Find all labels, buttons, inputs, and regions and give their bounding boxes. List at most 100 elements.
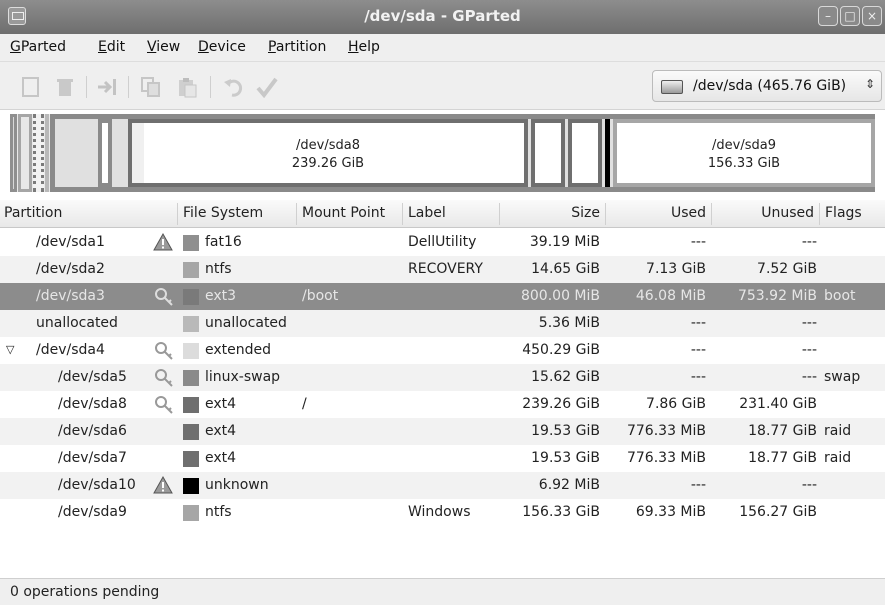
graph-sda9-size: 156.33 GiB [707, 156, 781, 171]
col-unused[interactable]: Unused [717, 205, 814, 221]
cell-filesystem: linux-swap [205, 369, 281, 385]
filesystem-color-swatch [183, 424, 199, 440]
cell-filesystem: ntfs [205, 261, 232, 277]
cell-partition: /dev/sda6 [58, 423, 127, 439]
cell-size: 800.00 MiB [520, 288, 600, 304]
cell-partition: /dev/sda2 [36, 261, 105, 277]
table-row[interactable]: /dev/sda3 ext3/boot 800.00 MiB 46.08 MiB 753… [0, 283, 885, 310]
graph-segment-sda1[interactable] [10, 114, 17, 192]
cell-mount-point: / [302, 396, 307, 412]
graph-segment-sda10[interactable] [605, 119, 610, 187]
device-selector[interactable]: /dev/sda (465.76 GiB) ⇕ [652, 70, 882, 102]
undo-icon[interactable] [222, 76, 244, 98]
cell-unused: --- [801, 234, 817, 250]
filesystem-color-swatch [183, 397, 199, 413]
cell-filesystem: ntfs [205, 504, 232, 520]
cell-flags: raid [824, 423, 852, 439]
cell-used: --- [690, 477, 706, 493]
graph-segment-sda4-extended[interactable]: /dev/sda8 239.26 GiB /dev/sda9 156.33 Gi… [50, 114, 875, 192]
cell-filesystem: unallocated [205, 315, 287, 331]
graph-segment-unallocated[interactable] [45, 114, 49, 192]
cell-partition: /dev/sda8 [58, 396, 127, 412]
key-icon [155, 369, 173, 387]
menu-bar: GParted Edit View Device Partition Help [0, 34, 885, 62]
table-row[interactable]: /dev/sda5 linux-swap 15.62 GiB --- --- swap [0, 364, 885, 391]
cell-size: 450.29 GiB [522, 342, 600, 358]
apply-icon[interactable] [256, 76, 278, 98]
col-file-system[interactable]: File System [183, 205, 263, 221]
col-partition[interactable]: Partition [4, 205, 62, 221]
resize-move-icon[interactable] [96, 76, 118, 98]
graph-segment-sda7[interactable] [568, 119, 602, 187]
col-label[interactable]: Label [408, 205, 446, 221]
close-icon[interactable]: × [862, 6, 882, 26]
table-row[interactable]: /dev/sda10 unknown 6.92 MiB --- --- [0, 472, 885, 499]
cell-partition: /dev/sda4 [36, 342, 105, 358]
delete-icon[interactable] [54, 76, 76, 98]
copy-icon[interactable] [140, 76, 162, 98]
chevron-updown-icon: ⇕ [864, 77, 875, 91]
filesystem-color-swatch [183, 316, 199, 332]
graph-segment-sda3[interactable] [33, 114, 44, 192]
table-row[interactable]: /dev/sda7 ext4 19.53 GiB 776.33 MiB 18.77 Gi… [0, 445, 885, 472]
filesystem-color-swatch [183, 370, 199, 386]
filesystem-color-swatch [183, 451, 199, 467]
graph-segment-sda9[interactable]: /dev/sda9 156.33 GiB [613, 119, 875, 187]
title-bar: /dev/sda - GParted – □ × [0, 0, 885, 34]
cell-used: 776.33 MiB [626, 450, 706, 466]
maximize-icon[interactable]: □ [840, 6, 860, 26]
cell-unused: 156.27 GiB [739, 504, 817, 520]
toolbar-separator [86, 76, 87, 98]
menu-help[interactable]: Help [348, 39, 380, 55]
col-mount-point[interactable]: Mount Point [302, 205, 385, 221]
table-row[interactable]: /dev/sda9 ntfs Windows 156.33 GiB 69.33 MiB 1… [0, 499, 885, 526]
table-row[interactable]: /dev/sda8 ext4 / 239.26 GiB 7.86 GiB 231.40 G… [0, 391, 885, 418]
disk-icon [661, 80, 683, 94]
cell-partition: /dev/sda10 [58, 477, 136, 493]
menu-partition[interactable]: Partition [268, 39, 326, 55]
device-label: /dev/sda (465.76 GiB) [693, 78, 847, 94]
table-row[interactable]: /dev/sda6 ext4 19.53 GiB 776.33 MiB 18.77 Gi… [0, 418, 885, 445]
menu-view[interactable]: View [147, 39, 180, 55]
table-header: Partition File System Mount Point Label … [0, 200, 885, 228]
cell-unused: 231.40 GiB [739, 396, 817, 412]
menu-device[interactable]: Device [198, 39, 246, 55]
graph-segment-sda5[interactable] [98, 119, 112, 187]
graph-segment-sda6[interactable] [531, 119, 565, 187]
table-row[interactable]: unallocated unallocated 5.36 MiB --- --- [0, 310, 885, 337]
key-icon [155, 342, 173, 360]
key-icon [155, 396, 173, 414]
expander-icon[interactable]: ▽ [6, 343, 14, 356]
cell-unused: --- [801, 342, 817, 358]
cell-size: 6.92 MiB [538, 477, 600, 493]
col-size[interactable]: Size [505, 205, 600, 221]
cell-filesystem: ext3 [205, 288, 237, 304]
cell-size: 239.26 GiB [522, 396, 600, 412]
graph-segment-sda2[interactable] [18, 114, 32, 192]
filesystem-color-swatch [183, 262, 199, 278]
cell-filesystem: ext4 [205, 423, 237, 439]
cell-unused: 7.52 GiB [757, 261, 817, 277]
filesystem-color-swatch [183, 343, 199, 359]
new-partition-icon[interactable] [20, 76, 42, 98]
toolbar-separator [210, 76, 211, 98]
cell-flags: swap [824, 369, 861, 385]
toolbar-separator [128, 76, 129, 98]
cell-partition: /dev/sda3 [36, 288, 105, 304]
col-flags[interactable]: Flags [825, 205, 862, 221]
cell-unused: --- [801, 315, 817, 331]
paste-icon[interactable] [176, 76, 198, 98]
table-row[interactable]: /dev/sda1 fat16 DellUtility 39.19 MiB --- --- [0, 229, 885, 256]
table-row[interactable]: ▽ /dev/sda4 extended 450.29 GiB --- --- [0, 337, 885, 364]
table-row[interactable]: /dev/sda2 ntfs RECOVERY 14.65 GiB 7.13 GiB 7.… [0, 256, 885, 283]
cell-label: RECOVERY [408, 261, 483, 277]
col-used[interactable]: Used [611, 205, 706, 221]
filesystem-color-swatch [183, 235, 199, 251]
menu-gparted[interactable]: GParted [10, 39, 66, 55]
graph-segment-sda8[interactable]: /dev/sda8 239.26 GiB [128, 119, 528, 187]
status-bar: 0 operations pending [0, 578, 885, 605]
menu-edit[interactable]: Edit [98, 39, 125, 55]
cell-used: 46.08 MiB [635, 288, 706, 304]
cell-partition: /dev/sda5 [58, 369, 127, 385]
minimize-icon[interactable]: – [818, 6, 838, 26]
